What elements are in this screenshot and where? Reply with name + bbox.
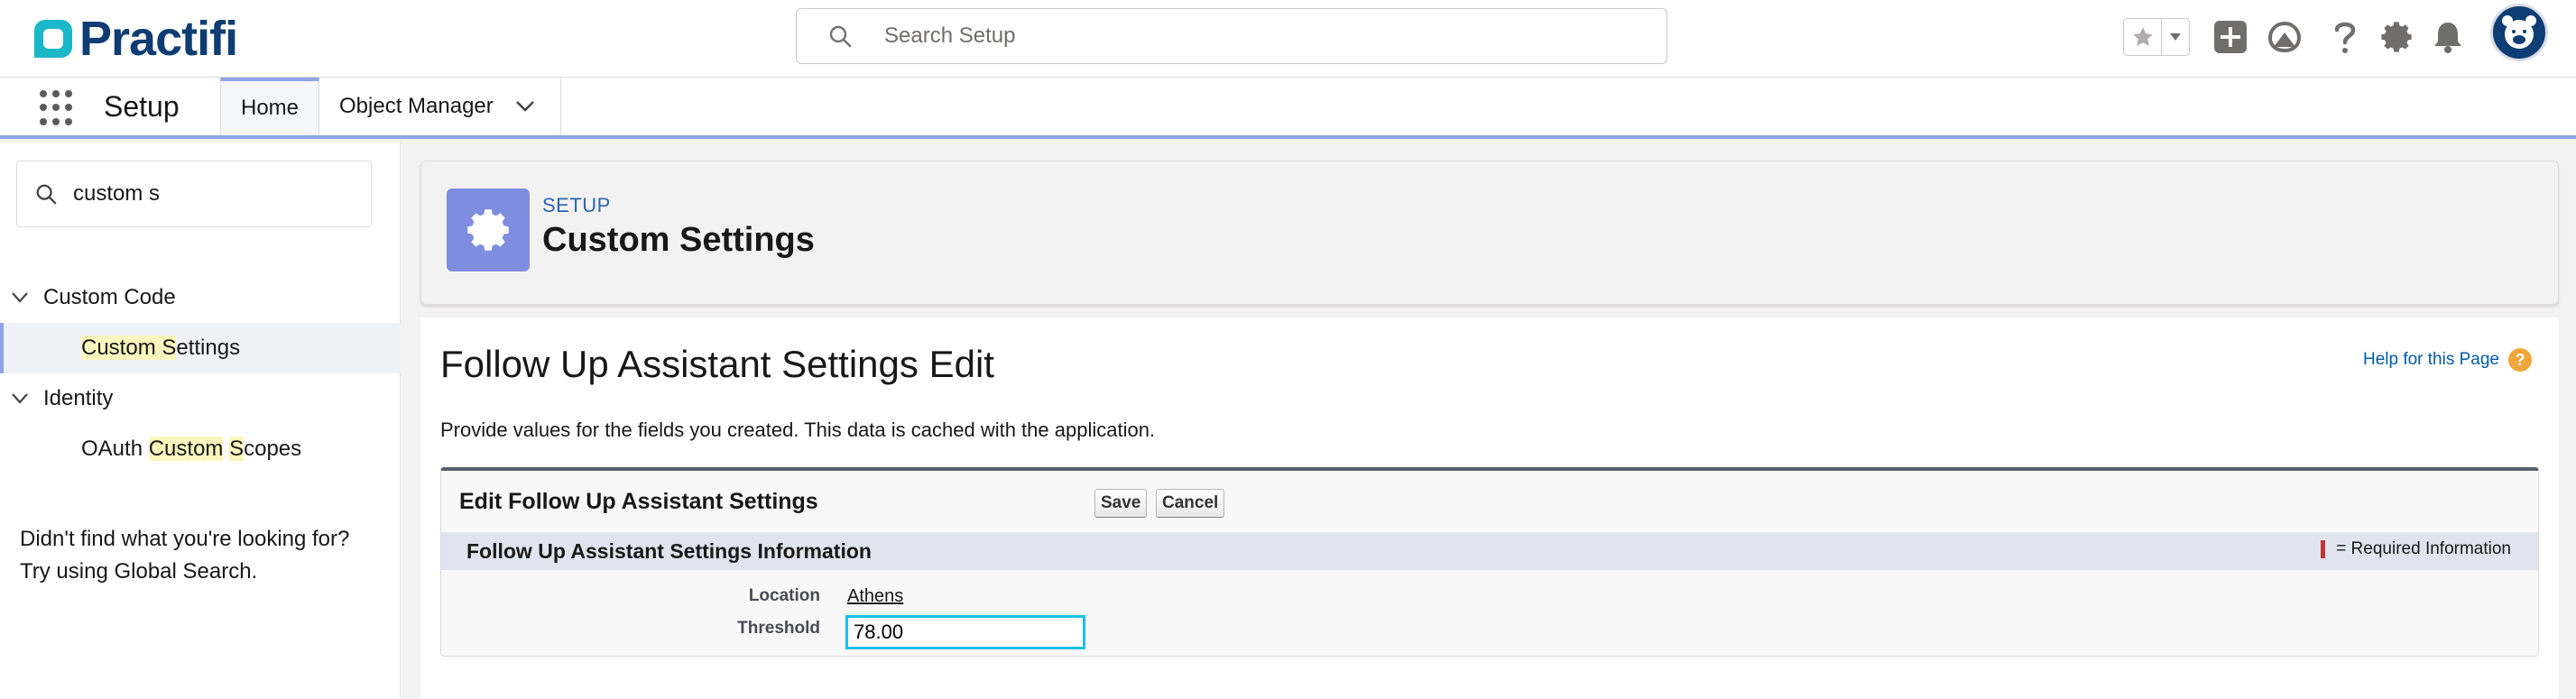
tab-object-manager[interactable]: Object Manager: [319, 78, 561, 135]
help-icon[interactable]: [2324, 16, 2366, 58]
tree-item-custom-settings[interactable]: Custom Settings: [0, 323, 401, 373]
setup-eyebrow: SETUP: [542, 194, 611, 216]
tree-item-label: Custom Settings: [81, 336, 241, 360]
location-label: Location: [748, 586, 820, 605]
trailhead-icon[interactable]: [2264, 16, 2305, 58]
cancel-button[interactable]: Cancel: [1156, 489, 1225, 518]
not-found-hint: Didn't find what you're looking for? Try…: [20, 523, 349, 588]
chevron-down-icon[interactable]: [515, 100, 535, 113]
tab-home[interactable]: Home: [220, 78, 319, 135]
page-title: Follow Up Assistant Settings Edit: [440, 343, 994, 385]
tree-item-oauth-custom-scopes[interactable]: OAuth Custom Scopes: [0, 424, 401, 474]
help-link[interactable]: Help for this Page ?: [2363, 348, 2532, 372]
practifi-logo[interactable]: Practifi: [31, 9, 238, 69]
required-marker-icon: [2321, 540, 2326, 558]
setup-page-header: SETUP Custom Settings: [420, 161, 2559, 305]
threshold-input[interactable]: [845, 615, 1085, 649]
threshold-label: Threshold: [737, 619, 820, 638]
tree-node-label: Identity: [43, 386, 114, 410]
star-icon[interactable]: [2124, 19, 2162, 55]
search-icon: [829, 25, 852, 48]
edit-block: Edit Follow Up Assistant Settings Save C…: [440, 467, 2539, 657]
required-legend: = Required Information: [2321, 539, 2511, 559]
app-navigation-bar: Setup Home Object Manager: [0, 78, 2576, 139]
setup-page-title: Custom Settings: [542, 221, 815, 259]
help-icon[interactable]: ?: [2508, 348, 2532, 372]
location-value-link[interactable]: Athens: [847, 586, 903, 607]
gear-icon[interactable]: [2376, 16, 2417, 58]
favorites-group[interactable]: [2123, 18, 2190, 56]
bell-icon[interactable]: [2427, 16, 2469, 58]
section-title: Follow Up Assistant Settings Information: [466, 539, 872, 563]
tree-node-label: Custom Code: [43, 285, 176, 309]
section-header: Follow Up Assistant Settings Information…: [441, 532, 2538, 570]
global-search-hint: Try using Global Search.: [20, 559, 258, 584]
tree-node-custom-code[interactable]: Custom Code: [0, 272, 401, 323]
global-header: Practifi: [0, 0, 2576, 78]
edit-page-content: Follow Up Assistant Settings Edit Help f…: [420, 317, 2559, 699]
setup-sidebar: Custom Code Custom Settings Identity OAu…: [0, 143, 401, 699]
chevron-down-icon[interactable]: [2162, 19, 2189, 55]
required-legend-label: = Required Information: [2336, 539, 2511, 558]
tree-node-identity[interactable]: Identity: [0, 373, 401, 424]
global-search[interactable]: [796, 8, 1667, 64]
search-input[interactable]: [884, 23, 1624, 49]
tab-object-manager-label: Object Manager: [339, 94, 494, 118]
chevron-down-icon[interactable]: [11, 291, 29, 304]
gear-icon: [447, 189, 530, 271]
brand-name: Practifi: [79, 12, 238, 66]
app-launcher-icon[interactable]: [40, 90, 76, 126]
edit-block-title: Edit Follow Up Assistant Settings: [459, 489, 818, 514]
chevron-down-icon[interactable]: [11, 392, 29, 405]
app-name: Setup: [104, 90, 180, 123]
quick-find-box[interactable]: [16, 161, 372, 227]
plus-icon[interactable]: [2210, 16, 2251, 58]
page-description: Provide values for the fields you create…: [440, 418, 1156, 441]
avatar-icon[interactable]: [2490, 4, 2548, 61]
tree-item-label: OAuth Custom Scopes: [81, 437, 302, 461]
tab-home-label: Home: [240, 96, 300, 120]
not-found-line: Didn't find what you're looking for?: [20, 527, 350, 551]
save-button[interactable]: Save: [1094, 489, 1148, 518]
help-link-label[interactable]: Help for this Page: [2363, 350, 2499, 370]
quick-find-input[interactable]: [73, 181, 362, 207]
search-icon: [36, 184, 57, 205]
practifi-logo-icon: [34, 20, 72, 58]
